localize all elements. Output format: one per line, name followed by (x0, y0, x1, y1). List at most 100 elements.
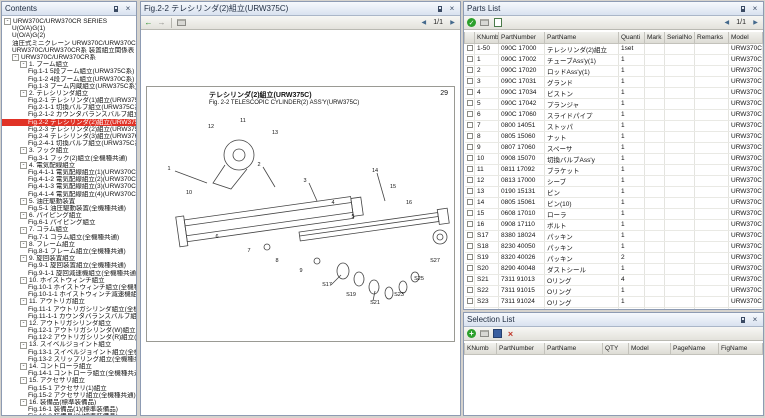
tree-item[interactable]: -14. コントローラ組立 (2, 363, 136, 370)
tree-expander-icon[interactable]: - (20, 212, 27, 219)
next-page-button[interactable]: ▶ (447, 17, 458, 28)
tree-item[interactable]: Fig.2-4-1 切換バルブ組立(URW375C系) (2, 140, 136, 147)
parts-column-header[interactable]: Quanti (619, 32, 645, 43)
tree-item[interactable]: -4. 電気配線組立 (2, 162, 136, 169)
tree-item[interactable]: Fig.2-1-2 カウンタバランスバルブ組立(CB-0 (2, 111, 136, 118)
tree-expander-icon[interactable]: - (20, 277, 27, 284)
parts-row[interactable]: S178380 18024パッキン1URW370C(A (465, 230, 763, 241)
tree-expander-icon[interactable]: - (20, 90, 27, 97)
tree-item[interactable]: Fig.12-1 アウトリガシリンダ(W)組立(全機種 (2, 327, 136, 334)
parts-row[interactable]: 140805 15061ピン(10)1URW370C(A (465, 197, 763, 208)
row-checkbox[interactable] (467, 210, 473, 216)
tree-item[interactable]: -12. アウトリガシリンダ組立 (2, 320, 136, 327)
row-checkbox[interactable] (467, 155, 473, 161)
row-checkbox[interactable] (467, 254, 473, 260)
diagram-callout[interactable]: S27 (430, 258, 440, 264)
tree-expander-icon[interactable]: - (4, 18, 11, 25)
tree-item[interactable]: Fig.2-1 テレシリンダ(1)組立(URW375C) (2, 97, 136, 104)
diagram-callout[interactable]: S23 (394, 292, 404, 298)
row-checkbox[interactable] (467, 188, 473, 194)
selection-column-header[interactable]: PartNumber (497, 343, 545, 354)
tree-expander-icon[interactable]: - (20, 61, 27, 68)
tree-item[interactable]: Fig.10-1 ホイストウィンチ組立(全機種共通) (2, 284, 136, 291)
parts-row[interactable]: 90807 17060スペーサ1URW370C(A (465, 142, 763, 153)
diagram-callout[interactable]: 5 (351, 214, 354, 220)
row-checkbox[interactable] (467, 177, 473, 183)
row-checkbox[interactable] (467, 133, 473, 139)
save-button[interactable] (492, 328, 503, 339)
diagram-callout[interactable]: 6 (215, 234, 218, 240)
parts-row[interactable]: S217311 91013Oリング4URW370C(A (465, 274, 763, 285)
tree-item[interactable]: Fig.4-1-2 電気配線組立(2)(URW370C系) (2, 176, 136, 183)
tree-item[interactable]: -5. 油圧駆動装置 (2, 198, 136, 205)
tree-item[interactable]: Fig.14-1 コントローラ組立(全機種共通) (2, 370, 136, 377)
tree-item[interactable]: -13. スイベルジョイント組立 (2, 341, 136, 348)
diagram-callout[interactable]: 14 (372, 168, 378, 174)
selection-column-header[interactable]: QTY (603, 343, 629, 354)
tree-item[interactable]: -2. テレシリンダ組立 (2, 90, 136, 97)
tree-item[interactable]: Fig.11-1 アウトリガシリンダ組立(全機種共 (2, 306, 136, 313)
tree-item[interactable]: -6. パイピング組立 (2, 212, 136, 219)
diagram-callout[interactable]: 13 (272, 130, 278, 136)
row-checkbox[interactable] (467, 199, 473, 205)
tree-item[interactable]: Fig.12-2 アウトリガシリンダ(R)組立(全機種 (2, 334, 136, 341)
tree-item[interactable]: Fig.7-1 コラム組立(全機種共通) (2, 234, 136, 241)
row-checkbox[interactable] (467, 232, 473, 238)
tree-item[interactable]: Fig.2-2 テレシリンダ(2)組立(URW375C) (2, 119, 136, 126)
parts-row[interactable]: 70800 14051ストッパ1URW370C(A (465, 120, 763, 131)
back-button[interactable]: ← (143, 17, 154, 28)
row-checkbox[interactable] (467, 287, 473, 293)
parts-column-header[interactable]: PartName (545, 32, 619, 43)
diagram-callout[interactable]: 9 (299, 268, 302, 274)
diagram-callout[interactable]: S17 (322, 282, 332, 288)
tree-item[interactable]: Fig.10-1-1 ホイストウィンチ減速機組立(全 (2, 291, 136, 298)
row-checkbox[interactable] (467, 221, 473, 227)
tree-item[interactable]: Fig.16-1 装備品(1)(標準装備品) (2, 406, 136, 413)
print-button[interactable] (479, 328, 490, 339)
tree-item[interactable]: Fig.4-1-3 電気配線組立(3)(URW370C系) (2, 183, 136, 190)
prev-page-button[interactable]: ◀ (721, 17, 732, 28)
diagram-callout[interactable]: 4 (331, 200, 334, 206)
diagram-callout[interactable]: 12 (208, 124, 214, 130)
tree-item[interactable]: -15. アクセサリ組立 (2, 377, 136, 384)
parts-row[interactable]: 150608 17010ローラ1URW370C(A (465, 208, 763, 219)
tree-item[interactable]: Fig.11-1-1 カウンタバランスバルブ組立(CB- (2, 313, 136, 320)
diagram-callout[interactable]: 2 (257, 162, 260, 168)
parts-column-header[interactable]: Mark (645, 32, 665, 43)
tree-item[interactable]: -11. アウトリガ組立 (2, 298, 136, 305)
tree-item[interactable]: Fig.8-1 フレーム組立(全機種共通) (2, 248, 136, 255)
tree-expander-icon[interactable]: - (20, 147, 27, 154)
parts-column-header[interactable]: Remarks (695, 32, 729, 43)
tree-item[interactable]: Fig.15-1 アクセサリ(1)組立 (2, 385, 136, 392)
parts-row[interactable]: 80805 15060ナット1URW370C(A (465, 131, 763, 142)
parts-row[interactable]: 160908 17110ボルト1URW370C(A (465, 219, 763, 230)
close-icon[interactable]: × (750, 315, 760, 325)
selection-column-header[interactable]: Model (629, 343, 671, 354)
tree-item[interactable]: Fig.5-1 油圧駆動装置(全機種共通) (2, 205, 136, 212)
close-icon[interactable]: × (123, 4, 133, 14)
tree-item[interactable]: -3. フック組立 (2, 147, 136, 154)
parts-row[interactable]: S237311 91024Oリング1URW370C(A (465, 296, 763, 307)
tree-item[interactable]: URW370C/URW370CR系 装置組立関係表 (2, 47, 136, 54)
row-checkbox[interactable] (467, 243, 473, 249)
row-checkbox[interactable] (467, 298, 473, 304)
diagram-callout[interactable]: 15 (390, 184, 396, 190)
parts-row[interactable]: 3090C 17031グランド1URW370C(A (465, 76, 763, 87)
row-checkbox[interactable] (467, 144, 473, 150)
parts-row[interactable]: S198320 40026パッキン2URW370C(A (465, 252, 763, 263)
tree-item[interactable]: Fig.6-1 パイピング組立 (2, 219, 136, 226)
parts-column-header[interactable]: PartNumber (499, 32, 545, 43)
tree-expander-icon[interactable]: - (20, 255, 27, 262)
parts-row[interactable]: 1090C 17002チューブAss'y(1)1URW370C(A (465, 54, 763, 65)
diagram-callout[interactable]: 16 (406, 200, 412, 206)
tree-item[interactable]: Fig.3-1 フック(2)組立(全機種共通) (2, 155, 136, 162)
export-button[interactable] (492, 17, 503, 28)
tree-item[interactable]: Fig.1-3 ブーム内蔵組立(URW375C系)(多 (2, 83, 136, 90)
row-checkbox[interactable] (467, 111, 473, 117)
tree-expander-icon[interactable]: - (20, 342, 27, 349)
tree-expander-icon[interactable]: - (20, 363, 27, 370)
diagram-callout[interactable]: S19 (346, 292, 356, 298)
pin-icon[interactable] (435, 4, 445, 14)
tree-expander-icon[interactable]: - (20, 241, 27, 248)
row-checkbox[interactable] (467, 276, 473, 282)
